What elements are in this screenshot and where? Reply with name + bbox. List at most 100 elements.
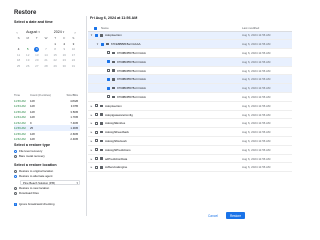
file-row[interactable]: ▸ AdServiceEngine Aug 6, 2024 11:56 AM [88, 163, 292, 173]
file-row[interactable]: ▸ AdosightNetwork Aug 6, 2024 11:56 AM [88, 137, 292, 146]
calendar-day[interactable]: 13 [32, 53, 41, 58]
file-checkbox[interactable] [107, 69, 110, 73]
file-checkbox[interactable] [95, 121, 98, 125]
radio-icon[interactable] [14, 174, 17, 178]
file-row[interactable]: ▸ Adoptsection Aug 6, 2024 11:56 AM [88, 102, 292, 111]
file-row[interactable]: ▸ AdosightFeedback Aug 6, 2024 11:56 AM [88, 128, 292, 138]
calendar-day[interactable]: 11 [14, 53, 23, 58]
radio-option[interactable]: Bare metal recovery [14, 154, 45, 159]
calendar-day[interactable]: 3 [69, 42, 78, 47]
file-row[interactable]: 9760BDB578ccrrrAAA Aug 6, 2024 11:56 AM [88, 75, 292, 85]
calendar-day[interactable]: 1 [51, 42, 60, 47]
file-row[interactable]: ▾ 67FE8BB8F8arrrAAAA Aug 6, 2024 11:56 AM [88, 40, 292, 50]
expand-icon[interactable]: ▸ [90, 104, 93, 108]
file-checkbox[interactable] [107, 51, 110, 55]
radio-icon[interactable] [14, 191, 17, 195]
calendar-day[interactable]: 17 [69, 53, 78, 58]
expand-icon[interactable]: ▾ [90, 33, 93, 37]
file-checkbox[interactable] [95, 113, 98, 117]
file-row[interactable]: 9760BDB578ccrrrAAA Aug 6, 2024 11:56 AM [88, 84, 292, 94]
time-row[interactable]: 11:56 AM 128 3.5KB [14, 109, 80, 114]
radio-option[interactable]: Restore to alternate agent [14, 174, 52, 179]
time-row[interactable]: 11:53 AM 128 3.97B [14, 103, 80, 108]
file-checkbox[interactable] [95, 157, 98, 161]
radio-icon[interactable] [14, 186, 17, 190]
calendar-day[interactable]: 2 [60, 42, 69, 47]
expand-icon[interactable]: ▸ [90, 148, 93, 152]
file-row[interactable]: 9760BDB578ccrrrAAA Aug 6, 2024 11:56 AM [88, 67, 292, 76]
radio-icon[interactable] [14, 169, 17, 173]
column-name[interactable]: Name [101, 26, 242, 30]
calendar-day[interactable]: 28 [41, 64, 50, 69]
file-row[interactable]: ▾ Adoptsection Aug 6, 2024 11:56 AM [88, 31, 292, 41]
expand-icon[interactable]: ▸ [90, 121, 93, 125]
calendar-day[interactable]: 26 [23, 64, 32, 69]
radio-icon[interactable] [14, 149, 17, 153]
file-checkbox[interactable] [95, 33, 98, 37]
file-checkbox[interactable] [107, 60, 110, 64]
calendar-day[interactable]: 29 [51, 64, 60, 69]
file-row[interactable]: ▸ AdosightPredictions Aug 6, 2024 11:56 AM [88, 146, 292, 155]
calendar-day[interactable]: 24 [69, 58, 78, 63]
file-checkbox[interactable] [107, 86, 110, 90]
radio-option[interactable]: File level recovery [14, 149, 42, 154]
calendar-day[interactable]: 15 [51, 53, 60, 58]
time-row[interactable]: 11:52 AM 128 2.4KB [14, 136, 80, 141]
calendar-day[interactable]: 8 [51, 47, 60, 52]
calendar-day[interactable]: 30 [60, 64, 69, 69]
time-row[interactable]: 11:56 AM 128 2.6KB [14, 131, 80, 136]
expand-icon[interactable]: ▸ [90, 113, 93, 117]
checkbox-icon[interactable]: ✓ [14, 202, 17, 206]
calendar-day[interactable]: 18 [14, 58, 23, 63]
time-row[interactable]: 11:54 AM 128 1.7KB [14, 114, 80, 119]
file-row[interactable]: ▸ AdoptgatewareConfig Aug 6, 2024 11:56 AM [88, 111, 292, 120]
calendar-day[interactable]: 12 [23, 53, 32, 58]
time-row[interactable]: 11:56 AM 128 4.8GB [14, 98, 80, 103]
calendar-day[interactable]: 22 [51, 58, 60, 63]
file-checkbox[interactable] [95, 104, 98, 108]
file-checkbox[interactable] [95, 165, 98, 169]
file-checkbox[interactable] [95, 139, 98, 143]
calendar-day[interactable]: 19 [23, 58, 32, 63]
file-checkbox[interactable] [107, 95, 110, 99]
calendar-day[interactable]: 20 [32, 58, 41, 63]
calendar-day[interactable]: 27 [32, 64, 41, 69]
expand-icon[interactable]: ▸ [90, 157, 93, 161]
radio-icon[interactable] [14, 154, 17, 158]
calendar-day[interactable]: 14 [41, 53, 50, 58]
restore-button[interactable]: Restore [225, 212, 246, 219]
radio-option[interactable]: Restore to new location [14, 186, 49, 191]
month-select[interactable]: August▾ [20, 30, 46, 34]
file-row[interactable]: ▸ adPredictionData Aug 6, 2024 11:56 AM [88, 155, 292, 164]
calendar-day[interactable]: 16 [60, 53, 69, 58]
expand-icon[interactable]: ▾ [96, 42, 99, 46]
time-row[interactable]: 11:56 AM 25 1.3KB [14, 125, 80, 131]
file-checkbox[interactable] [95, 148, 98, 152]
alternate-agent-select[interactable]: Pine Beach Solution (P.B) ▾ [20, 180, 80, 185]
calendar-day[interactable]: 31 [69, 64, 78, 69]
calendar-day[interactable]: 6 [34, 47, 40, 53]
expand-icon[interactable]: ▸ [90, 165, 93, 169]
select-all-checkbox[interactable] [94, 26, 97, 30]
chevron-right-icon[interactable]: › [72, 30, 78, 35]
time-row[interactable]: 11:52 AM 9 7.4KB [14, 120, 80, 125]
file-checkbox[interactable] [107, 77, 110, 81]
calendar-day[interactable]: 4 [14, 47, 23, 52]
year-select[interactable]: 2024▾ [46, 30, 72, 34]
cancel-button[interactable]: Cancel [208, 214, 218, 218]
calendar-day[interactable]: 5 [23, 47, 32, 52]
calendar-day[interactable]: 21 [41, 58, 50, 63]
file-row[interactable]: ▸ AdosightEntries Aug 6, 2024 11:56 AM [88, 119, 292, 129]
calendar-day[interactable]: 10 [69, 47, 78, 52]
file-checkbox[interactable] [101, 42, 104, 46]
radio-option[interactable]: Restore to original location [14, 169, 53, 174]
expand-icon[interactable]: ▸ [90, 130, 93, 134]
calendar-day[interactable]: 9 [60, 47, 69, 52]
calendar-day[interactable]: 25 [14, 64, 23, 69]
file-row[interactable]: 9760BDB578ccrrrAAA Aug 6, 2024 11:56 AM [88, 57, 292, 67]
file-row[interactable]: 9760BDB578ccrrrAAA Aug 6, 2024 11:56 AM [88, 49, 292, 58]
radio-option[interactable]: Download Files [14, 191, 39, 196]
calendar-day[interactable]: 23 [60, 58, 69, 63]
file-row[interactable]: 9760BDB578ccrrrAAA Aug 6, 2024 11:56 AM [88, 93, 292, 102]
ignore-checkbox-row[interactable]: ✓ Ignore broadcastd checking [14, 202, 55, 207]
